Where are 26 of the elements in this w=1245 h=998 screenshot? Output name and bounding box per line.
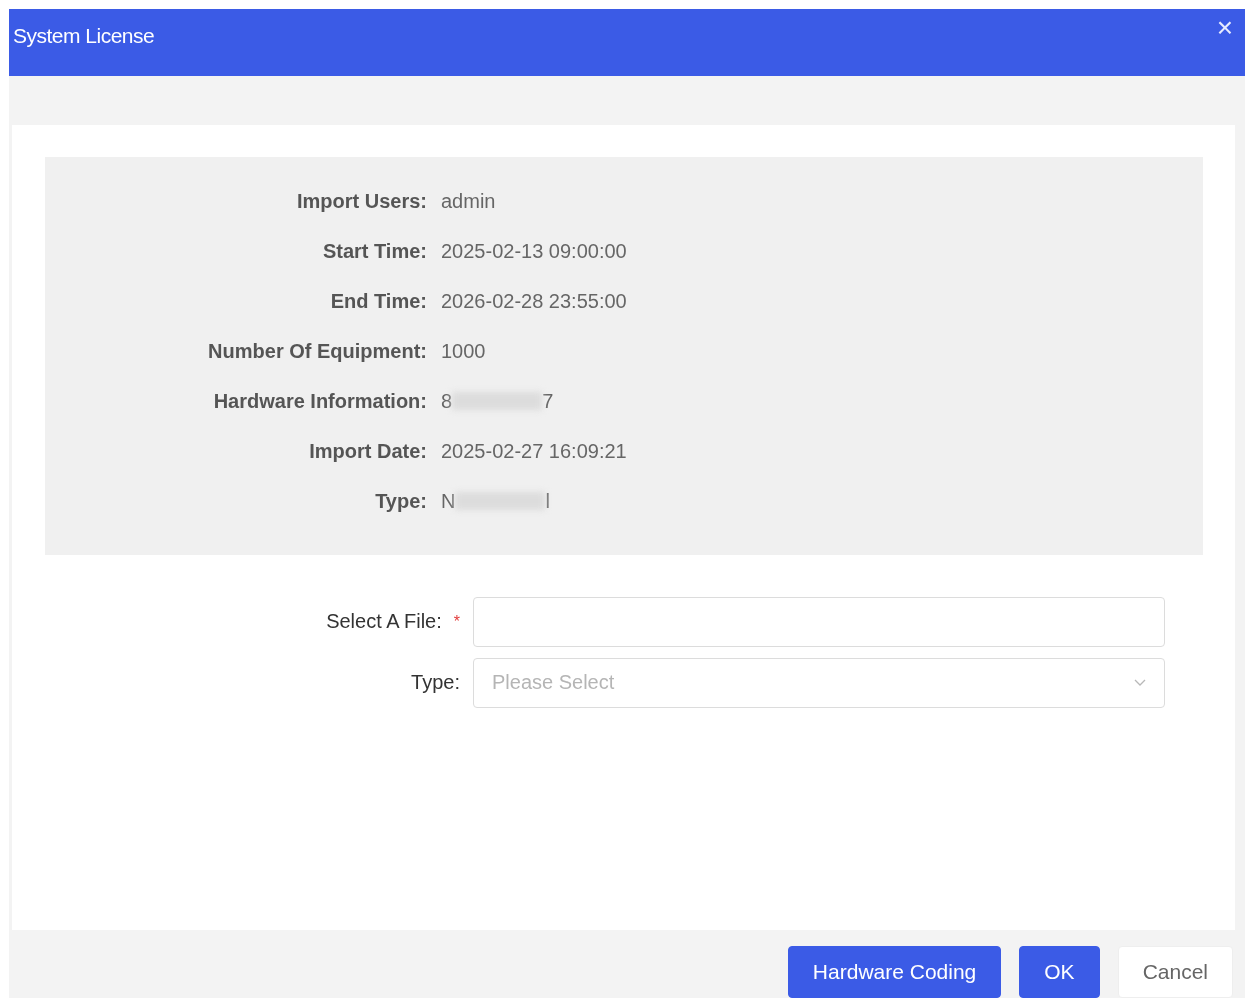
info-value: l [545,490,550,513]
info-label: End Time: [329,290,428,314]
info-label: Import Date: [308,440,428,464]
info-value: 2025-02-13 09:00:00 [441,240,627,263]
dialog-button[interactable]: Cancel [1117,946,1233,998]
info-value: N [441,490,456,513]
file-field[interactable] [473,596,1165,647]
info-value: 2025-02-27 16:09:21 [441,440,627,463]
field-label: Select A File: [326,610,442,633]
field-label: Type: [411,671,460,694]
required-mark: * [453,612,460,631]
info-value: admin [441,190,496,213]
dialog-button[interactable]: Hardware Coding [787,946,1002,998]
dialog-button[interactable]: OK [1019,946,1100,998]
close-button[interactable]: × [1212,11,1237,44]
info-label: Hardware Information: [212,390,428,414]
chevron-down-icon [1134,678,1146,687]
info-label: Import Users: [295,190,428,214]
info-value: 1000 [441,340,486,363]
info-label: Type: [374,490,428,514]
info-value: 2026-02-28 23:55:00 [441,290,627,313]
info-label: Start Time: [321,240,428,264]
info-value: 8 [441,390,453,413]
info-value: 7 [542,390,554,413]
window-title: System License [13,23,155,48]
info-label: Number Of Equipment: [207,340,428,364]
